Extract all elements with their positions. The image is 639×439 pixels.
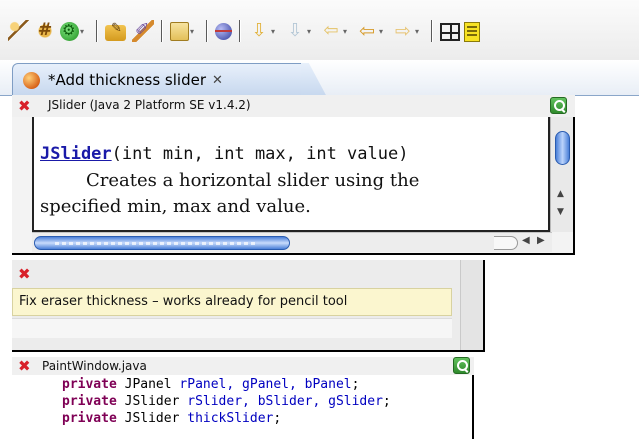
task-popup: ✖ Fix eraser thickness – works already f… [12,260,485,352]
code-close-icon[interactable]: ✖ [18,358,31,374]
javadoc-content: JSlider(int min, int max, int value) Cre… [32,117,550,232]
code-fields: rSlider, bSlider, gSlider [187,394,383,409]
paste-icon [170,21,189,41]
tab-close-icon[interactable]: ✕ [212,73,223,88]
code-keyword: private [62,377,117,392]
task-close-icon[interactable]: ✖ [18,266,31,282]
editor-tab-bar: *Add thickness slider ✕ [0,60,639,96]
run-button[interactable]: ▾ [60,18,89,44]
last-edit-dropdown-icon[interactable]: ▾ [343,27,352,36]
javadoc-horizontal-scrollbar[interactable]: ◀ ▶ [32,232,552,252]
javadoc-popup: ✖ JSlider (Java 2 Platform SE v1.4.2) JS… [12,95,575,255]
code-popup: ✖ PaintWindow.java private JPanel rPanel… [12,357,474,439]
code-popup-title: PaintWindow.java [42,359,147,373]
scroll-down-icon[interactable]: ▼ [557,207,564,217]
forward-arrow-icon: ⇨ [395,20,411,42]
edit-pen-icon [132,20,154,42]
last-edit-button[interactable]: ⇦ ▾ [320,18,352,44]
scroll-up-icon[interactable]: ▲ [557,189,564,199]
last-edit-icon: ⇦ [323,20,339,41]
task-text: Fix eraser thickness – works already for… [19,294,348,309]
javadoc-vertical-scrollbar[interactable]: ▲ ▼ [550,117,573,232]
next-annotation-button[interactable]: ⇩ ▾ [248,18,280,44]
perspective-button[interactable] [440,18,460,44]
code-fields: thickSlider [187,411,274,426]
code-type: JSlider [124,411,180,426]
globe-icon [215,22,232,40]
search-icon[interactable] [453,357,470,374]
jslider-link[interactable]: JSlider [40,144,112,164]
task-row[interactable]: Fix eraser thickness – works already for… [12,288,452,316]
code-type: JPanel [124,377,172,392]
signature-params: (int min, int max, int value) [111,144,409,164]
prev-annotation-dropdown-icon[interactable]: ▾ [307,27,316,36]
javadoc-signature: JSlider(int min, int max, int value) [40,144,408,164]
javadoc-popup-header: ✖ JSlider (Java 2 Platform SE v1.4.2) [12,95,575,117]
open-folder-icon [105,21,126,41]
javadoc-description-line2: specified min, max and value. [40,196,311,217]
back-dropdown-icon[interactable]: ▾ [379,27,388,36]
code-fields: rPanel, gPanel, bPanel [179,377,352,392]
edit-pen-button[interactable] [132,18,154,44]
javadoc-popup-title: JSlider (Java 2 Platform SE v1.4.2) [48,98,251,112]
task-context-icon [23,71,40,89]
forward-dropdown-icon[interactable]: ▾ [415,27,424,36]
paste-dropdown-icon[interactable]: ▾ [190,27,199,36]
code-keyword: private [62,394,117,409]
back-button[interactable]: ⇦ ▾ [356,18,388,44]
toolbar-separator [96,20,98,42]
next-annotation-icon: ⇩ [251,20,267,41]
code-popup-header: ✖ PaintWindow.java [12,357,474,375]
code-line: private JSlider thickSlider; [62,411,281,426]
javadoc-description-line1: Creates a horizontal slider using the [86,170,420,191]
horizontal-scroll-thumb[interactable] [34,236,290,250]
horizontal-track-end [494,236,518,250]
scroll-left-icon[interactable]: ◀ [522,235,530,246]
code-end: ; [351,377,360,392]
code-line: private JSlider rSlider, bSlider, gSlide… [62,394,391,409]
main-toolbar: ▾ ▾ ⇩▾ ⇩▾ ⇦▾ ⇦▾ ⇨▾ [0,0,639,60]
javadoc-cut-off-text [46,117,526,122]
scroll-right-icon[interactable]: ▶ [537,235,545,246]
task-popup-sidebar [460,260,483,350]
new-package-icon [8,20,30,42]
code-end: ; [382,394,391,409]
code-line: private JPanel rPanel, gPanel, bPanel; [62,377,359,392]
toolbar-separator [431,20,433,42]
toolbar-separator [206,20,208,42]
javadoc-close-icon[interactable]: ✖ [18,98,31,114]
new-class-icon [34,20,56,42]
search-icon[interactable] [550,97,567,114]
toolbar-separator [161,20,163,42]
back-arrow-icon: ⇦ [359,20,375,42]
open-folder-button[interactable] [105,18,126,44]
run-icon [60,21,79,41]
vertical-scroll-thumb[interactable] [555,131,570,165]
task-empty-row [12,318,452,338]
new-class-button[interactable] [34,18,56,44]
tab-label: *Add thickness slider [48,71,206,89]
next-annotation-dropdown-icon[interactable]: ▾ [271,27,280,36]
prev-annotation-icon: ⇩ [287,20,303,41]
paste-button[interactable]: ▾ [170,18,199,44]
tab-add-thickness-slider[interactable]: *Add thickness slider ✕ [12,63,302,96]
code-type: JSlider [124,394,180,409]
new-package-button[interactable] [8,18,30,44]
task-list-icon [464,21,480,42]
code-end: ; [273,411,282,426]
forward-button[interactable]: ⇨ ▾ [392,18,424,44]
globe-button[interactable] [215,18,232,44]
code-keyword: private [62,411,117,426]
prev-annotation-button[interactable]: ⇩ ▾ [284,18,316,44]
perspective-icon [440,23,460,41]
run-dropdown-icon[interactable]: ▾ [80,27,89,36]
task-list-button[interactable] [464,18,480,44]
toolbar-separator [239,20,241,42]
